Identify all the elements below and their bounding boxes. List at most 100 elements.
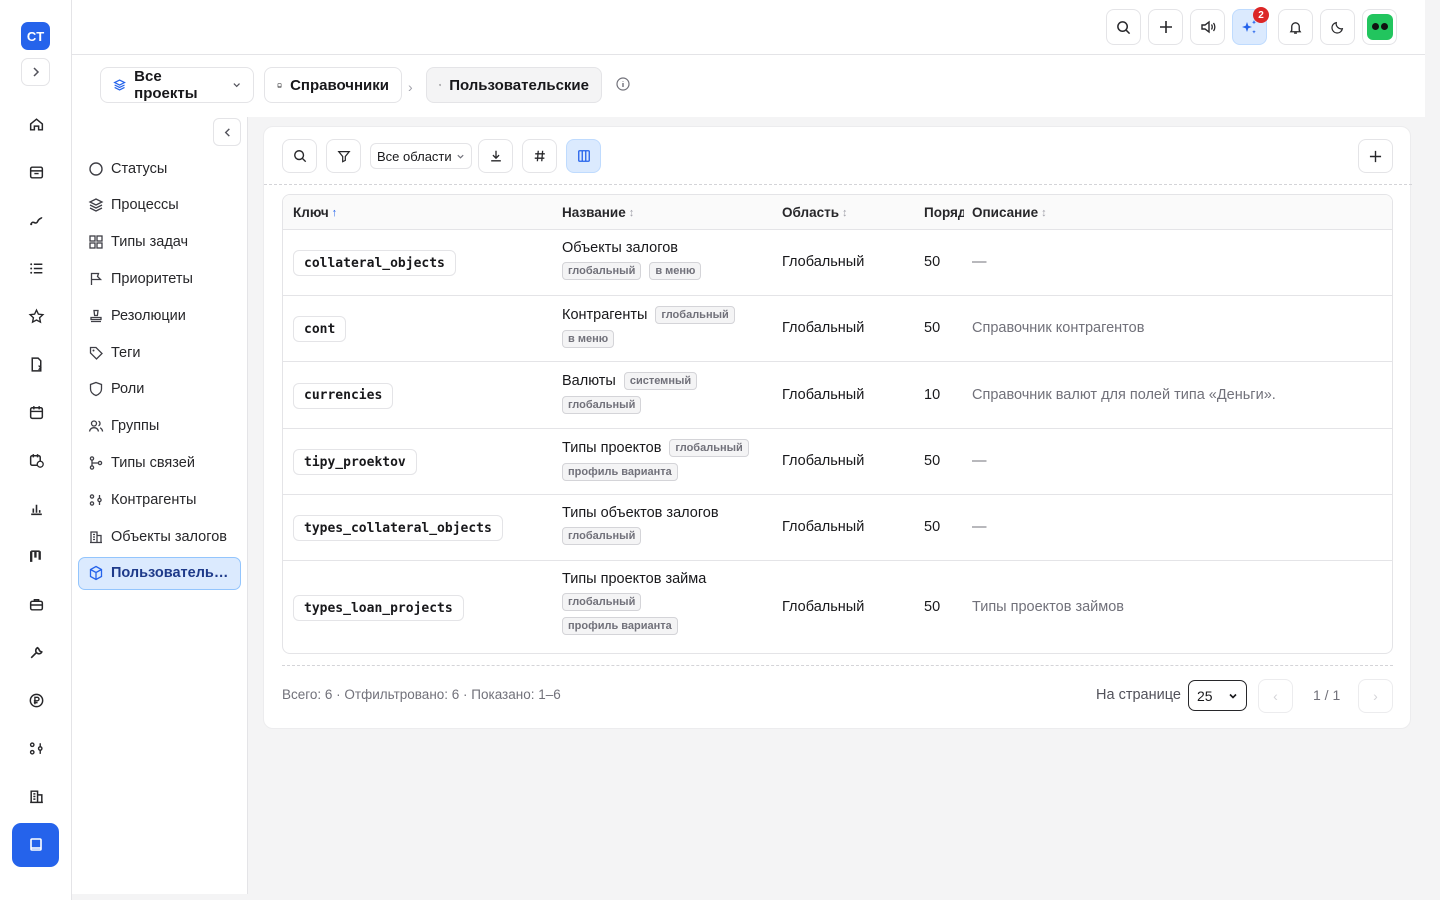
table-row[interactable]: cont Контрагенты глобальный в меню Глобальны…	[283, 296, 1392, 362]
rail-item-home[interactable]	[22, 110, 50, 138]
rail-item-bar-chart[interactable]	[22, 494, 50, 522]
column-header-order[interactable]: Поряд	[924, 205, 964, 220]
table-row[interactable]: types_loan_projects Типы проектов займа гл…	[283, 561, 1392, 653]
rail-item-ruble[interactable]	[22, 686, 50, 714]
table-row[interactable]: tipy_proektov Типы проектов глобальный проф…	[283, 429, 1392, 495]
column-header-description[interactable]: Описание ↕	[972, 205, 1047, 220]
add-entry-button[interactable]	[1358, 139, 1393, 173]
sidebar-item-1[interactable]: Процессы	[78, 189, 241, 222]
row-description: —	[972, 254, 987, 270]
table-search-button[interactable]	[282, 139, 317, 173]
rail-item-wrench[interactable]	[22, 638, 50, 666]
rail-item-star[interactable]	[22, 302, 50, 330]
sidebar-item-6[interactable]: Роли	[78, 373, 241, 406]
row-area: Глобальный	[782, 519, 865, 535]
cube-icon	[439, 84, 441, 86]
columns-toggle[interactable]	[566, 139, 601, 173]
inbox-icon	[29, 165, 43, 179]
rail-item-kanban[interactable]	[22, 542, 50, 570]
column-header-area[interactable]: Область ↕	[782, 205, 848, 220]
sidebar-item-label: Резолюции	[111, 307, 186, 324]
sidebar-item-10[interactable]: Объекты залогов	[78, 520, 241, 553]
breadcrumb-all-projects[interactable]: Все проекты	[100, 67, 254, 103]
rail-item-calendar[interactable]	[22, 398, 50, 426]
expand-rail-button[interactable]	[21, 58, 50, 86]
sidebar-item-4[interactable]: Резолюции	[78, 299, 241, 332]
rail-item-list[interactable]	[22, 254, 50, 282]
row-description: —	[972, 519, 987, 535]
shield-icon	[89, 382, 103, 397]
link-branch-icon	[89, 456, 103, 470]
calendar-clock-icon	[29, 453, 44, 468]
scope-select[interactable]: Все области	[370, 143, 472, 169]
row-numbers-toggle[interactable]	[522, 139, 557, 173]
announcements-button[interactable]	[1190, 9, 1225, 45]
divider	[264, 184, 1412, 185]
rail-item-dictionaries[interactable]	[12, 823, 59, 867]
row-tag: профиль варианта	[562, 463, 678, 481]
column-header-key[interactable]: Ключ ↑	[293, 205, 337, 220]
rail-item-briefcase[interactable]	[22, 590, 50, 618]
row-name-cell: Типы проектов займа глобальный профиль вар…	[562, 571, 732, 635]
layers-icon	[113, 79, 126, 91]
sidebar-item-label: Типы задач	[111, 234, 189, 251]
rail-item-nodes[interactable]	[22, 734, 50, 762]
column-header-name[interactable]: Название ↕	[562, 205, 634, 220]
breadcrumb-dictionaries[interactable]: Справочники	[264, 67, 402, 103]
row-order: 50	[924, 599, 941, 615]
table-row[interactable]: collateral_objects Объекты залогов глобаль…	[283, 230, 1392, 296]
row-area: Глобальный	[782, 453, 865, 469]
global-search-button[interactable]	[1106, 9, 1141, 45]
list-icon	[29, 262, 42, 274]
rail-item-route[interactable]	[22, 206, 50, 234]
document-icon	[31, 356, 42, 372]
scope-select-value: Все области	[377, 148, 452, 164]
per-page-value: 25	[1197, 687, 1213, 704]
sidebar-item-7[interactable]: Группы	[78, 410, 241, 443]
next-page-button[interactable]: ›	[1358, 679, 1393, 713]
layers-icon	[88, 198, 104, 213]
sidebar-item-8[interactable]: Типы связей	[78, 446, 241, 479]
nodes-icon	[29, 741, 43, 755]
ai-assistant-button[interactable]: 2	[1232, 7, 1269, 45]
create-button[interactable]	[1148, 9, 1183, 45]
row-key: currencies	[293, 382, 394, 409]
per-page-select[interactable]: 25	[1188, 680, 1247, 711]
calendar-icon	[29, 405, 43, 419]
filter-icon	[336, 151, 351, 163]
row-order: 50	[924, 519, 941, 535]
theme-toggle-button[interactable]	[1320, 9, 1355, 45]
avatar	[1366, 14, 1393, 40]
row-order: 50	[924, 453, 941, 469]
sidebar-item-9[interactable]: Контрагенты	[78, 483, 241, 516]
rail-item-calendar-clock[interactable]	[22, 446, 50, 474]
workspace-logo[interactable]: CT	[21, 22, 50, 50]
breadcrumb-label: Все проекты	[134, 68, 198, 102]
sidebar-item-2[interactable]: Типы задач	[78, 226, 241, 259]
notifications-button[interactable]	[1278, 9, 1313, 45]
sidebar-item-3[interactable]: Приоритеты	[78, 262, 241, 295]
bar-chart-icon	[30, 504, 42, 515]
table-summary: Всего: 6 · Отфильтровано: 6 · Показано: …	[282, 687, 561, 702]
sidebar-item-label: Контрагенты	[111, 491, 197, 508]
sidebar-item-0[interactable]: Статусы	[78, 152, 241, 185]
rail-item-inbox[interactable]	[22, 158, 50, 186]
filter-button[interactable]	[326, 139, 361, 173]
collapse-sidebar-button[interactable]	[213, 118, 241, 146]
row-tag: в меню	[649, 262, 702, 280]
rail-item-building[interactable]	[22, 782, 50, 810]
table-row[interactable]: types_collateral_objects Типы объектов за…	[283, 495, 1392, 561]
prev-page-button[interactable]: ‹	[1258, 679, 1293, 713]
circle-icon	[89, 161, 103, 176]
row-description: Типы проектов займов	[972, 599, 1124, 615]
rail-item-document[interactable]	[22, 350, 50, 378]
stamp-icon	[90, 309, 102, 322]
export-button[interactable]	[478, 139, 513, 173]
sidebar-item-11[interactable]: Пользовательск...	[78, 556, 241, 590]
download-icon	[490, 150, 501, 162]
chevron-down-icon	[1229, 693, 1237, 699]
user-avatar-button[interactable]	[1362, 9, 1397, 45]
info-icon[interactable]	[615, 76, 631, 92]
table-row[interactable]: currencies Валюты системный глобальный Глоба…	[283, 362, 1392, 429]
sidebar-item-5[interactable]: Теги	[78, 336, 241, 369]
